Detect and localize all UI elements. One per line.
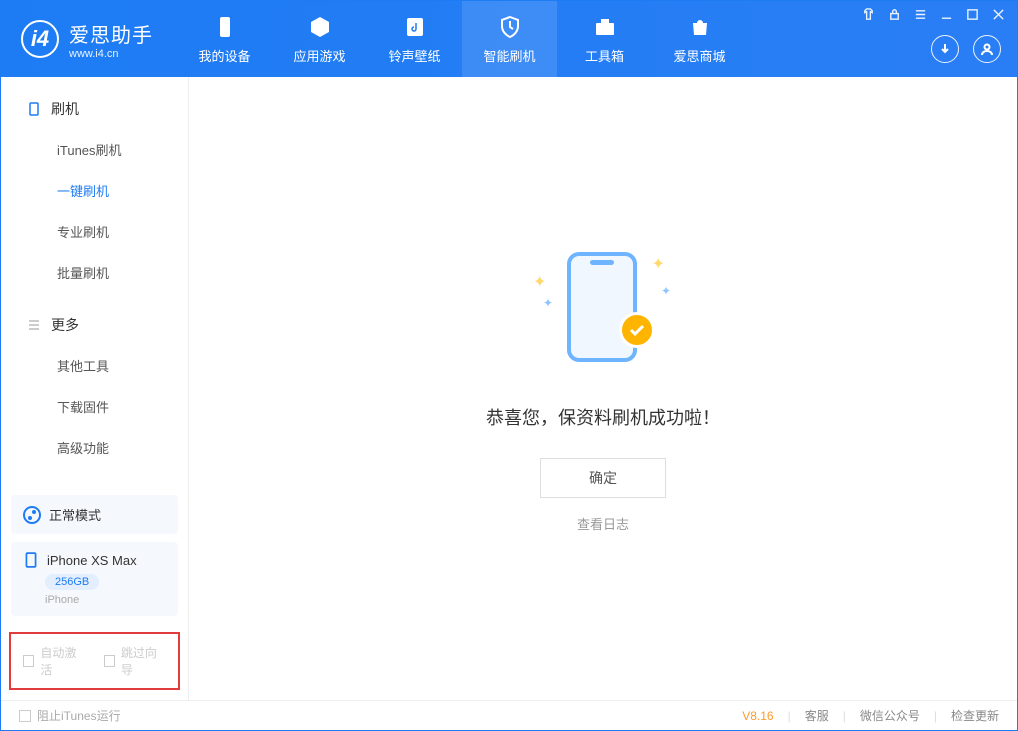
body: 刷机 iTunes刷机 一键刷机 专业刷机 批量刷机 更多 其他工具 下载固件 …	[1, 77, 1017, 700]
phone-small-icon	[27, 102, 41, 116]
device-icon	[212, 14, 238, 40]
logo-text: 爱思助手 www.i4.cn	[69, 19, 153, 60]
checkbox-icon	[23, 655, 34, 667]
sidebar-item-other-tools[interactable]: 其他工具	[1, 345, 188, 386]
highlighted-options-box: 自动激活 跳过向导	[9, 632, 180, 690]
checkbox-label: 阻止iTunes运行	[37, 707, 121, 724]
toolbox-icon	[592, 14, 618, 40]
sidebar-item-batch-flash[interactable]: 批量刷机	[1, 252, 188, 293]
logo-area: i4 爱思助手 www.i4.cn	[1, 1, 177, 77]
success-illustration: ✦ ✦ ✦ ✦	[533, 244, 673, 374]
footer-link-wechat[interactable]: 微信公众号	[860, 707, 920, 724]
checkbox-label: 自动激活	[40, 644, 85, 678]
device-row: iPhone XS Max	[23, 552, 166, 568]
phone-illustration	[567, 252, 637, 362]
nav-label: 应用游戏	[293, 46, 345, 65]
device-type: iPhone	[45, 594, 166, 606]
nav-ringtones[interactable]: 铃声壁纸	[367, 1, 462, 77]
cube-icon	[307, 14, 333, 40]
bag-icon	[687, 14, 713, 40]
device-name: iPhone XS Max	[47, 553, 137, 568]
sidebar-item-oneclick-flash[interactable]: 一键刷机	[1, 170, 188, 211]
nav-apps-games[interactable]: 应用游戏	[272, 1, 367, 77]
maximize-icon[interactable]	[965, 7, 979, 21]
app-title: 爱思助手	[69, 19, 153, 48]
sidebar-item-itunes-flash[interactable]: iTunes刷机	[1, 129, 188, 170]
checkbox-icon	[19, 710, 31, 722]
mode-card[interactable]: 正常模式	[11, 495, 178, 534]
nav-smart-flash[interactable]: 智能刷机	[462, 1, 557, 77]
spark-icon: ✦	[533, 272, 546, 292]
sidebar-cards: 正常模式 iPhone XS Max 256GB iPhone	[1, 485, 188, 626]
nav-label: 铃声壁纸	[388, 46, 440, 65]
mode-icon	[23, 506, 41, 524]
sidebar-item-advanced[interactable]: 高级功能	[1, 427, 188, 468]
main-nav: 我的设备 应用游戏 铃声壁纸 智能刷机 工具箱 爱思商城	[177, 1, 747, 77]
nav-store[interactable]: 爱思商城	[652, 1, 747, 77]
device-card[interactable]: iPhone XS Max 256GB iPhone	[11, 542, 178, 616]
music-icon	[402, 14, 428, 40]
footer: 阻止iTunes运行 V8.16 | 客服 | 微信公众号 | 检查更新	[1, 700, 1017, 730]
nav-label: 我的设备	[198, 46, 250, 65]
sidebar-item-download-firmware[interactable]: 下载固件	[1, 386, 188, 427]
ok-button[interactable]: 确定	[540, 458, 666, 498]
sidebar-item-pro-flash[interactable]: 专业刷机	[1, 211, 188, 252]
success-message: 恭喜您，保资料刷机成功啦！	[486, 404, 720, 430]
footer-right: V8.16 | 客服 | 微信公众号 | 检查更新	[742, 707, 999, 724]
nav-label: 智能刷机	[483, 46, 535, 65]
mode-label: 正常模式	[49, 505, 101, 524]
user-button[interactable]	[973, 35, 1001, 63]
spark-icon: ✦	[543, 296, 553, 310]
section-title: 刷机	[51, 99, 79, 119]
shield-icon	[497, 14, 523, 40]
logo-icon: i4	[21, 20, 59, 58]
separator: |	[788, 709, 791, 723]
block-itunes-checkbox[interactable]: 阻止iTunes运行	[19, 707, 121, 724]
checkbox-label: 跳过向导	[121, 644, 166, 678]
minimize-icon[interactable]	[939, 7, 953, 21]
app-header: i4 爱思助手 www.i4.cn 我的设备 应用游戏 铃声壁纸 智能刷机 工具…	[1, 1, 1017, 77]
header-actions	[931, 35, 1001, 63]
version-label: V8.16	[742, 709, 773, 723]
storage-badge: 256GB	[45, 574, 99, 590]
nav-label: 爱思商城	[673, 46, 725, 65]
window-controls	[861, 7, 1005, 21]
sidebar: 刷机 iTunes刷机 一键刷机 专业刷机 批量刷机 更多 其他工具 下载固件 …	[1, 77, 189, 700]
nav-label: 工具箱	[585, 46, 624, 65]
separator: |	[843, 709, 846, 723]
lock-icon[interactable]	[887, 7, 901, 21]
skip-wizard-checkbox[interactable]: 跳过向导	[104, 644, 167, 678]
list-small-icon	[27, 318, 41, 332]
device-small-icon	[23, 552, 39, 568]
view-log-link[interactable]: 查看日志	[577, 514, 629, 533]
header-right	[849, 1, 1017, 77]
shirt-icon[interactable]	[861, 7, 875, 21]
section-title: 更多	[51, 315, 79, 335]
footer-link-support[interactable]: 客服	[805, 707, 829, 724]
spark-icon: ✦	[661, 284, 671, 298]
sidebar-section-more: 更多	[1, 293, 188, 345]
download-button[interactable]	[931, 35, 959, 63]
nav-toolbox[interactable]: 工具箱	[557, 1, 652, 77]
nav-my-device[interactable]: 我的设备	[177, 1, 272, 77]
check-badge-icon	[619, 312, 655, 348]
main-content: ✦ ✦ ✦ ✦ 恭喜您，保资料刷机成功啦！ 确定 查看日志	[189, 77, 1017, 700]
menu-icon[interactable]	[913, 7, 927, 21]
sidebar-section-flash: 刷机	[1, 77, 188, 129]
spark-icon: ✦	[652, 254, 665, 274]
separator: |	[934, 709, 937, 723]
footer-link-update[interactable]: 检查更新	[951, 707, 999, 724]
checkbox-icon	[104, 655, 115, 667]
app-subtitle: www.i4.cn	[69, 48, 153, 60]
auto-activate-checkbox[interactable]: 自动激活	[23, 644, 86, 678]
close-icon[interactable]	[991, 7, 1005, 21]
